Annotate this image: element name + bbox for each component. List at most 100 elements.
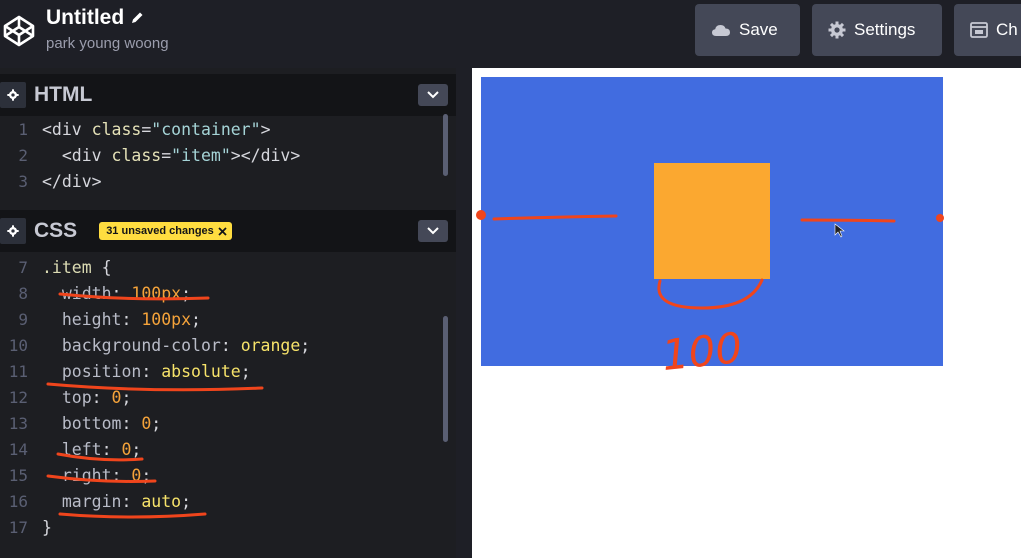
pen-title[interactable]: Untitled bbox=[46, 6, 124, 30]
code-token: right bbox=[42, 465, 112, 485]
code-token: 100px bbox=[131, 283, 182, 303]
html-panel-header: HTML bbox=[0, 74, 456, 116]
code-token: : bbox=[121, 309, 142, 329]
code-token: background-color bbox=[42, 335, 221, 355]
save-button[interactable]: Save bbox=[695, 4, 800, 56]
settings-button[interactable]: Settings bbox=[812, 4, 942, 56]
chevron-down-icon bbox=[427, 227, 439, 235]
code-token: 0 bbox=[121, 439, 132, 459]
line-number: 11 bbox=[8, 361, 28, 381]
css-code-line[interactable]: 13 bottom: 0; bbox=[0, 410, 162, 436]
html-code-line[interactable]: 3 </div> bbox=[0, 168, 102, 194]
css-code-line[interactable]: 16 margin: auto; bbox=[0, 488, 191, 514]
line-number: 17 bbox=[8, 517, 28, 537]
code-token: ; bbox=[300, 335, 311, 355]
line-number: 16 bbox=[8, 491, 28, 511]
top-header: Untitled park young woong Save Settings bbox=[0, 0, 1021, 68]
css-code-line[interactable]: 8 width: 100px; bbox=[0, 280, 191, 306]
line-number: 2 bbox=[18, 145, 28, 165]
chevron-down-icon bbox=[427, 91, 439, 99]
code-token: ; bbox=[151, 413, 162, 433]
code-token: : bbox=[111, 465, 132, 485]
css-scrollbar[interactable] bbox=[443, 316, 448, 442]
code-token: = bbox=[161, 145, 172, 165]
html-panel-menu-button[interactable] bbox=[418, 84, 448, 106]
code-token: position bbox=[42, 361, 142, 381]
css-panel-menu-button[interactable] bbox=[418, 220, 448, 242]
cloud-icon bbox=[712, 25, 730, 36]
code-token: left bbox=[42, 439, 102, 459]
code-token: top bbox=[42, 387, 92, 407]
code-token: { bbox=[101, 257, 112, 277]
css-panel-title: CSS bbox=[34, 219, 78, 242]
code-token: : bbox=[121, 413, 142, 433]
css-code-line[interactable]: 11 position: absolute; bbox=[0, 358, 251, 384]
code-token: : bbox=[141, 361, 162, 381]
code-token: margin bbox=[42, 491, 122, 511]
code-token: ; bbox=[181, 283, 192, 303]
code-token: 100px bbox=[141, 309, 192, 329]
html-scrollbar[interactable] bbox=[443, 114, 448, 176]
code-token: class bbox=[91, 119, 142, 139]
codepen-logo-icon[interactable] bbox=[2, 14, 36, 48]
change-view-label: Ch bbox=[996, 20, 1018, 39]
html-code-editor[interactable]: 1 <div class = "container" >2 <div class = "it… bbox=[0, 116, 456, 206]
html-code-line[interactable]: 1 <div class = "container" > bbox=[0, 116, 271, 142]
pencil-icon[interactable] bbox=[130, 11, 144, 25]
css-code-line[interactable]: 15 right: 0; bbox=[0, 462, 152, 488]
code-token: absolute bbox=[161, 361, 241, 381]
gear-icon bbox=[828, 21, 846, 39]
code-token: > bbox=[260, 119, 271, 139]
unsaved-changes-badge[interactable]: 31 unsaved changes bbox=[99, 222, 232, 240]
code-token: = bbox=[141, 119, 152, 139]
change-view-button[interactable]: Ch bbox=[954, 4, 1021, 56]
code-token: : bbox=[101, 439, 122, 459]
code-token: } bbox=[42, 517, 52, 537]
preview-item-box bbox=[654, 163, 770, 279]
css-code-line[interactable]: 9 height: 100px; bbox=[0, 306, 201, 332]
unsaved-changes-label: 31 unsaved changes bbox=[106, 225, 214, 237]
code-token: height bbox=[42, 309, 122, 329]
layout-icon bbox=[970, 22, 988, 38]
code-token: </div> bbox=[42, 171, 102, 191]
css-code-line[interactable]: 10 background-color: orange; bbox=[0, 332, 311, 358]
code-token: 0 bbox=[111, 387, 122, 407]
code-token: width bbox=[42, 283, 112, 303]
code-token: auto bbox=[141, 491, 182, 511]
code-token: ; bbox=[141, 465, 152, 485]
close-icon[interactable] bbox=[218, 226, 227, 236]
html-settings-button[interactable] bbox=[0, 82, 26, 108]
css-code-line[interactable]: 17} bbox=[0, 514, 52, 540]
code-token: <div bbox=[42, 119, 92, 139]
css-code-editor[interactable]: 7 .item {8 width: 100px; 9 height: 100px; 1… bbox=[0, 254, 456, 554]
code-token: class bbox=[111, 145, 162, 165]
code-token: orange bbox=[240, 335, 301, 355]
line-number: 10 bbox=[8, 335, 28, 355]
css-code-line[interactable]: 7 .item { bbox=[0, 254, 112, 280]
save-label: Save bbox=[739, 20, 778, 39]
css-settings-button[interactable] bbox=[0, 218, 26, 244]
css-code-line[interactable]: 14 left: 0; bbox=[0, 436, 142, 462]
line-number: 12 bbox=[8, 387, 28, 407]
panel-resize-handle[interactable] bbox=[456, 68, 472, 558]
code-token: : bbox=[111, 283, 132, 303]
code-token: ; bbox=[191, 309, 201, 329]
code-token: "container" bbox=[151, 119, 261, 139]
code-token: .item bbox=[42, 257, 102, 277]
code-token: ; bbox=[121, 387, 132, 407]
code-token: ; bbox=[181, 491, 192, 511]
line-number: 3 bbox=[18, 171, 28, 191]
css-panel-header: CSS 31 unsaved changes bbox=[0, 210, 456, 252]
code-token: 0 bbox=[141, 413, 152, 433]
css-code-line[interactable]: 12 top: 0; bbox=[0, 384, 132, 410]
html-code-line[interactable]: 2 <div class = "item" ></div> bbox=[0, 142, 300, 168]
line-number: 7 bbox=[18, 257, 28, 277]
code-token: ></div> bbox=[230, 145, 301, 165]
author-name[interactable]: park young woong bbox=[46, 35, 169, 52]
code-token: : bbox=[91, 387, 112, 407]
code-token: 0 bbox=[131, 465, 142, 485]
editor-column: HTML 1 <div class = "container" >2 <div clas… bbox=[0, 68, 456, 558]
line-number: 14 bbox=[8, 439, 28, 459]
code-token: bottom bbox=[42, 413, 122, 433]
code-token: : bbox=[220, 335, 241, 355]
